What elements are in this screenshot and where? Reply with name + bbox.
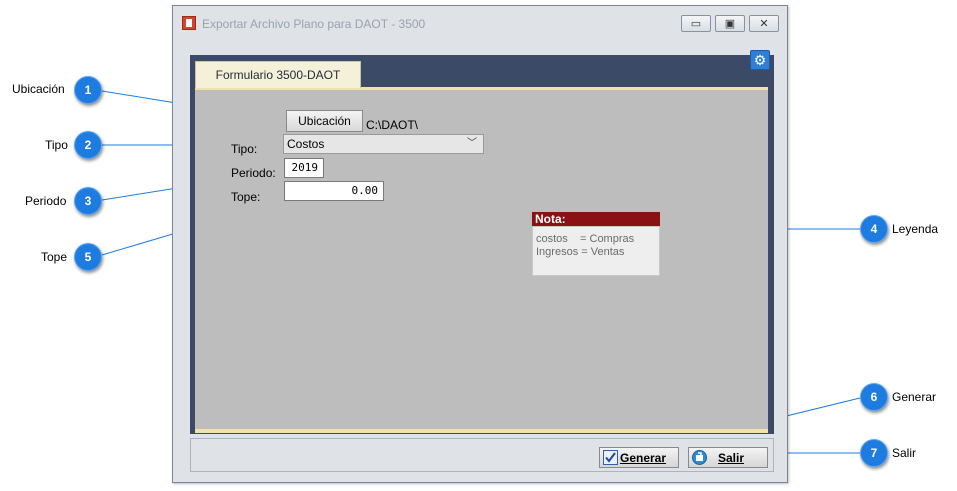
callout-number-6: 6 — [860, 383, 888, 411]
callout-label-tope: Tope — [41, 250, 68, 264]
callout-number-4: 4 — [860, 215, 888, 243]
title-bar[interactable]: Exportar Archivo Plano para DAOT - 3500 … — [173, 6, 787, 36]
tope-label: Tope: — [231, 190, 261, 204]
callout-number-7: 7 — [860, 439, 888, 467]
exit-icon — [692, 450, 707, 465]
app-icon — [182, 16, 196, 30]
note-header: Nota: — [532, 212, 660, 226]
tipo-dropdown[interactable]: Costos ﹀ — [283, 134, 484, 154]
salir-button[interactable]: Salir — [688, 447, 768, 468]
salir-label: Salir — [718, 451, 745, 465]
callout-number-2: 2 — [74, 131, 102, 159]
checkbox-icon — [603, 450, 618, 465]
tipo-selected-value: Costos — [287, 137, 325, 151]
periodo-label: Periodo: — [231, 166, 276, 180]
callout-number-1: 1 — [74, 76, 102, 104]
maximize-button[interactable]: ▣ — [715, 15, 745, 32]
tipo-label: Tipo: — [231, 142, 258, 156]
close-button[interactable]: ✕ — [749, 15, 779, 32]
callout-label-periodo: Periodo — [25, 194, 67, 208]
window-title: Exportar Archivo Plano para DAOT - 3500 — [202, 17, 426, 31]
ubicacion-button[interactable]: Ubicación — [286, 110, 363, 132]
note-legend: costos = Compras Ingresos = Ventas — [532, 226, 660, 276]
export-window: Exportar Archivo Plano para DAOT - 3500 … — [172, 5, 788, 483]
callout-label-salir: Salir — [892, 446, 917, 460]
generar-label: Generar — [620, 451, 667, 465]
callout-label-ubicacion: Ubicación — [12, 82, 65, 96]
panel-bottom-border — [195, 429, 768, 433]
callout-label-generar: Generar — [892, 390, 937, 404]
generar-button[interactable]: Generar — [599, 447, 679, 468]
callout-label-tipo: Tipo — [45, 138, 68, 152]
tab-formulario-3500-daot[interactable]: Formulario 3500-DAOT — [195, 61, 361, 88]
chevron-down-icon: ﹀ — [467, 138, 477, 149]
note-line-costos: costos = Compras — [536, 233, 635, 245]
bottom-button-bar — [190, 438, 774, 472]
gear-icon[interactable]: ⚙ — [750, 50, 770, 70]
periodo-input[interactable]: 2019 — [284, 158, 324, 178]
callout-label-leyenda: Leyenda — [892, 222, 939, 236]
callout-number-5: 5 — [74, 243, 102, 271]
note-line-ingresos: Ingresos = Ventas — [536, 246, 625, 258]
tope-input[interactable]: 0.00 — [284, 181, 384, 201]
ubicacion-path: C:\DAOT\ — [366, 118, 419, 132]
minimize-button[interactable]: ▭ — [681, 15, 711, 32]
callout-number-3: 3 — [74, 187, 102, 215]
